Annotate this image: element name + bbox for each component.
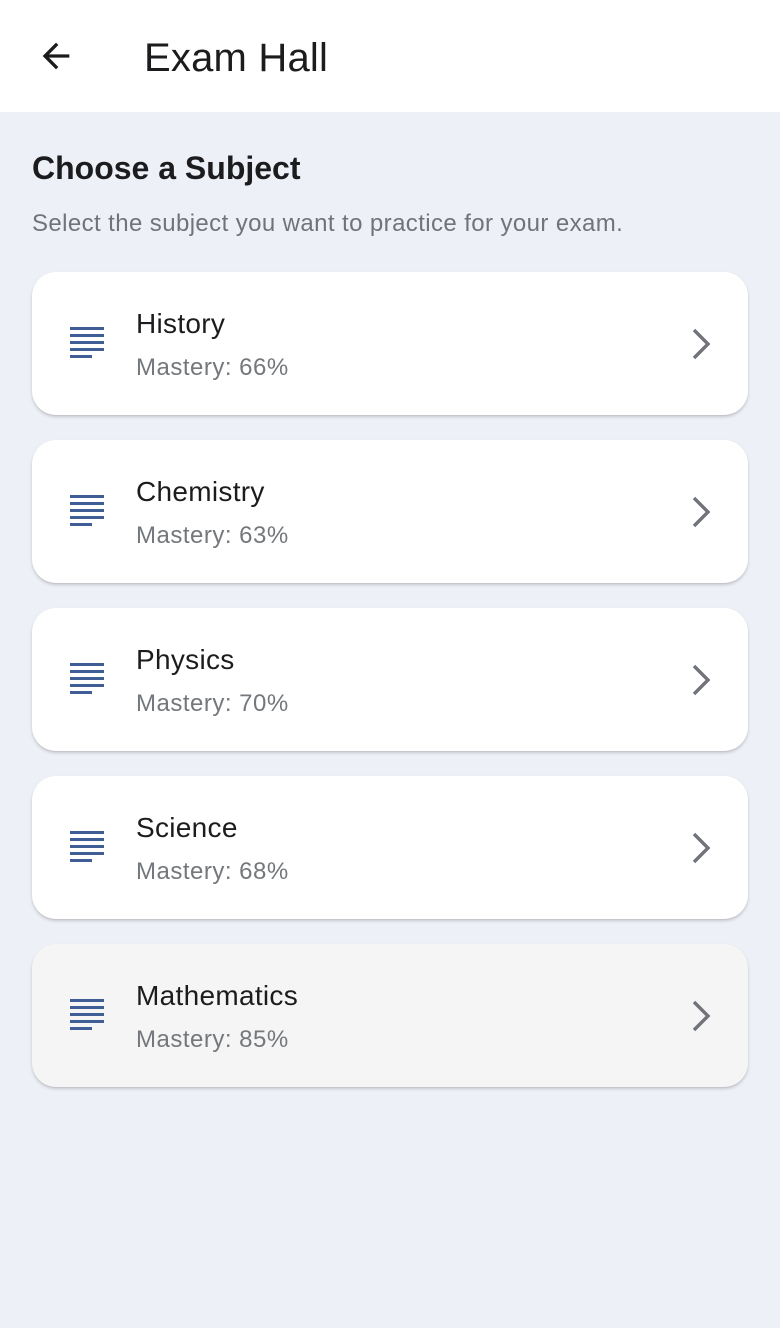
subject-mastery: Mastery: 63% [136,522,289,549]
chevron-right-icon [692,832,711,864]
subject-name: Chemistry [136,476,265,507]
section-subtitle: Select the subject you want to practice … [32,210,624,237]
subject-name: Physics [136,644,235,675]
chevron-right-icon [692,328,711,360]
chevron-right-icon [692,496,711,528]
arrow-back-icon [42,42,70,70]
subject-card-science[interactable]: Science Mastery: 68% [32,776,748,919]
subject-mastery: Mastery: 85% [136,1026,289,1053]
subject-card-chemistry[interactable]: Chemistry Mastery: 63% [32,440,748,583]
app-bar: Exam Hall [0,0,780,112]
subject-card-physics[interactable]: Physics Mastery: 70% [32,608,748,751]
page-title: Exam Hall [144,36,329,80]
subject-name: Science [136,812,238,843]
subject-name: Mathematics [136,980,299,1011]
chevron-right-icon [692,1000,711,1032]
notes-lines-icon [70,999,104,1030]
subject-card-history[interactable]: History Mastery: 66% [32,272,748,415]
back-button[interactable] [24,24,88,88]
subject-name: History [136,308,226,339]
notes-lines-icon [70,663,104,694]
subject-list: History Mastery: 66% Chemistry Mastery: … [32,272,748,1112]
notes-lines-icon [70,327,104,358]
subject-mastery: Mastery: 70% [136,690,289,717]
notes-lines-icon [70,831,104,862]
subject-mastery: Mastery: 68% [136,858,289,885]
notes-lines-icon [70,495,104,526]
chevron-right-icon [692,664,711,696]
subject-mastery: Mastery: 66% [136,354,289,381]
section-title: Choose a Subject [32,150,301,186]
subject-card-mathematics[interactable]: Mathematics Mastery: 85% [32,944,748,1087]
